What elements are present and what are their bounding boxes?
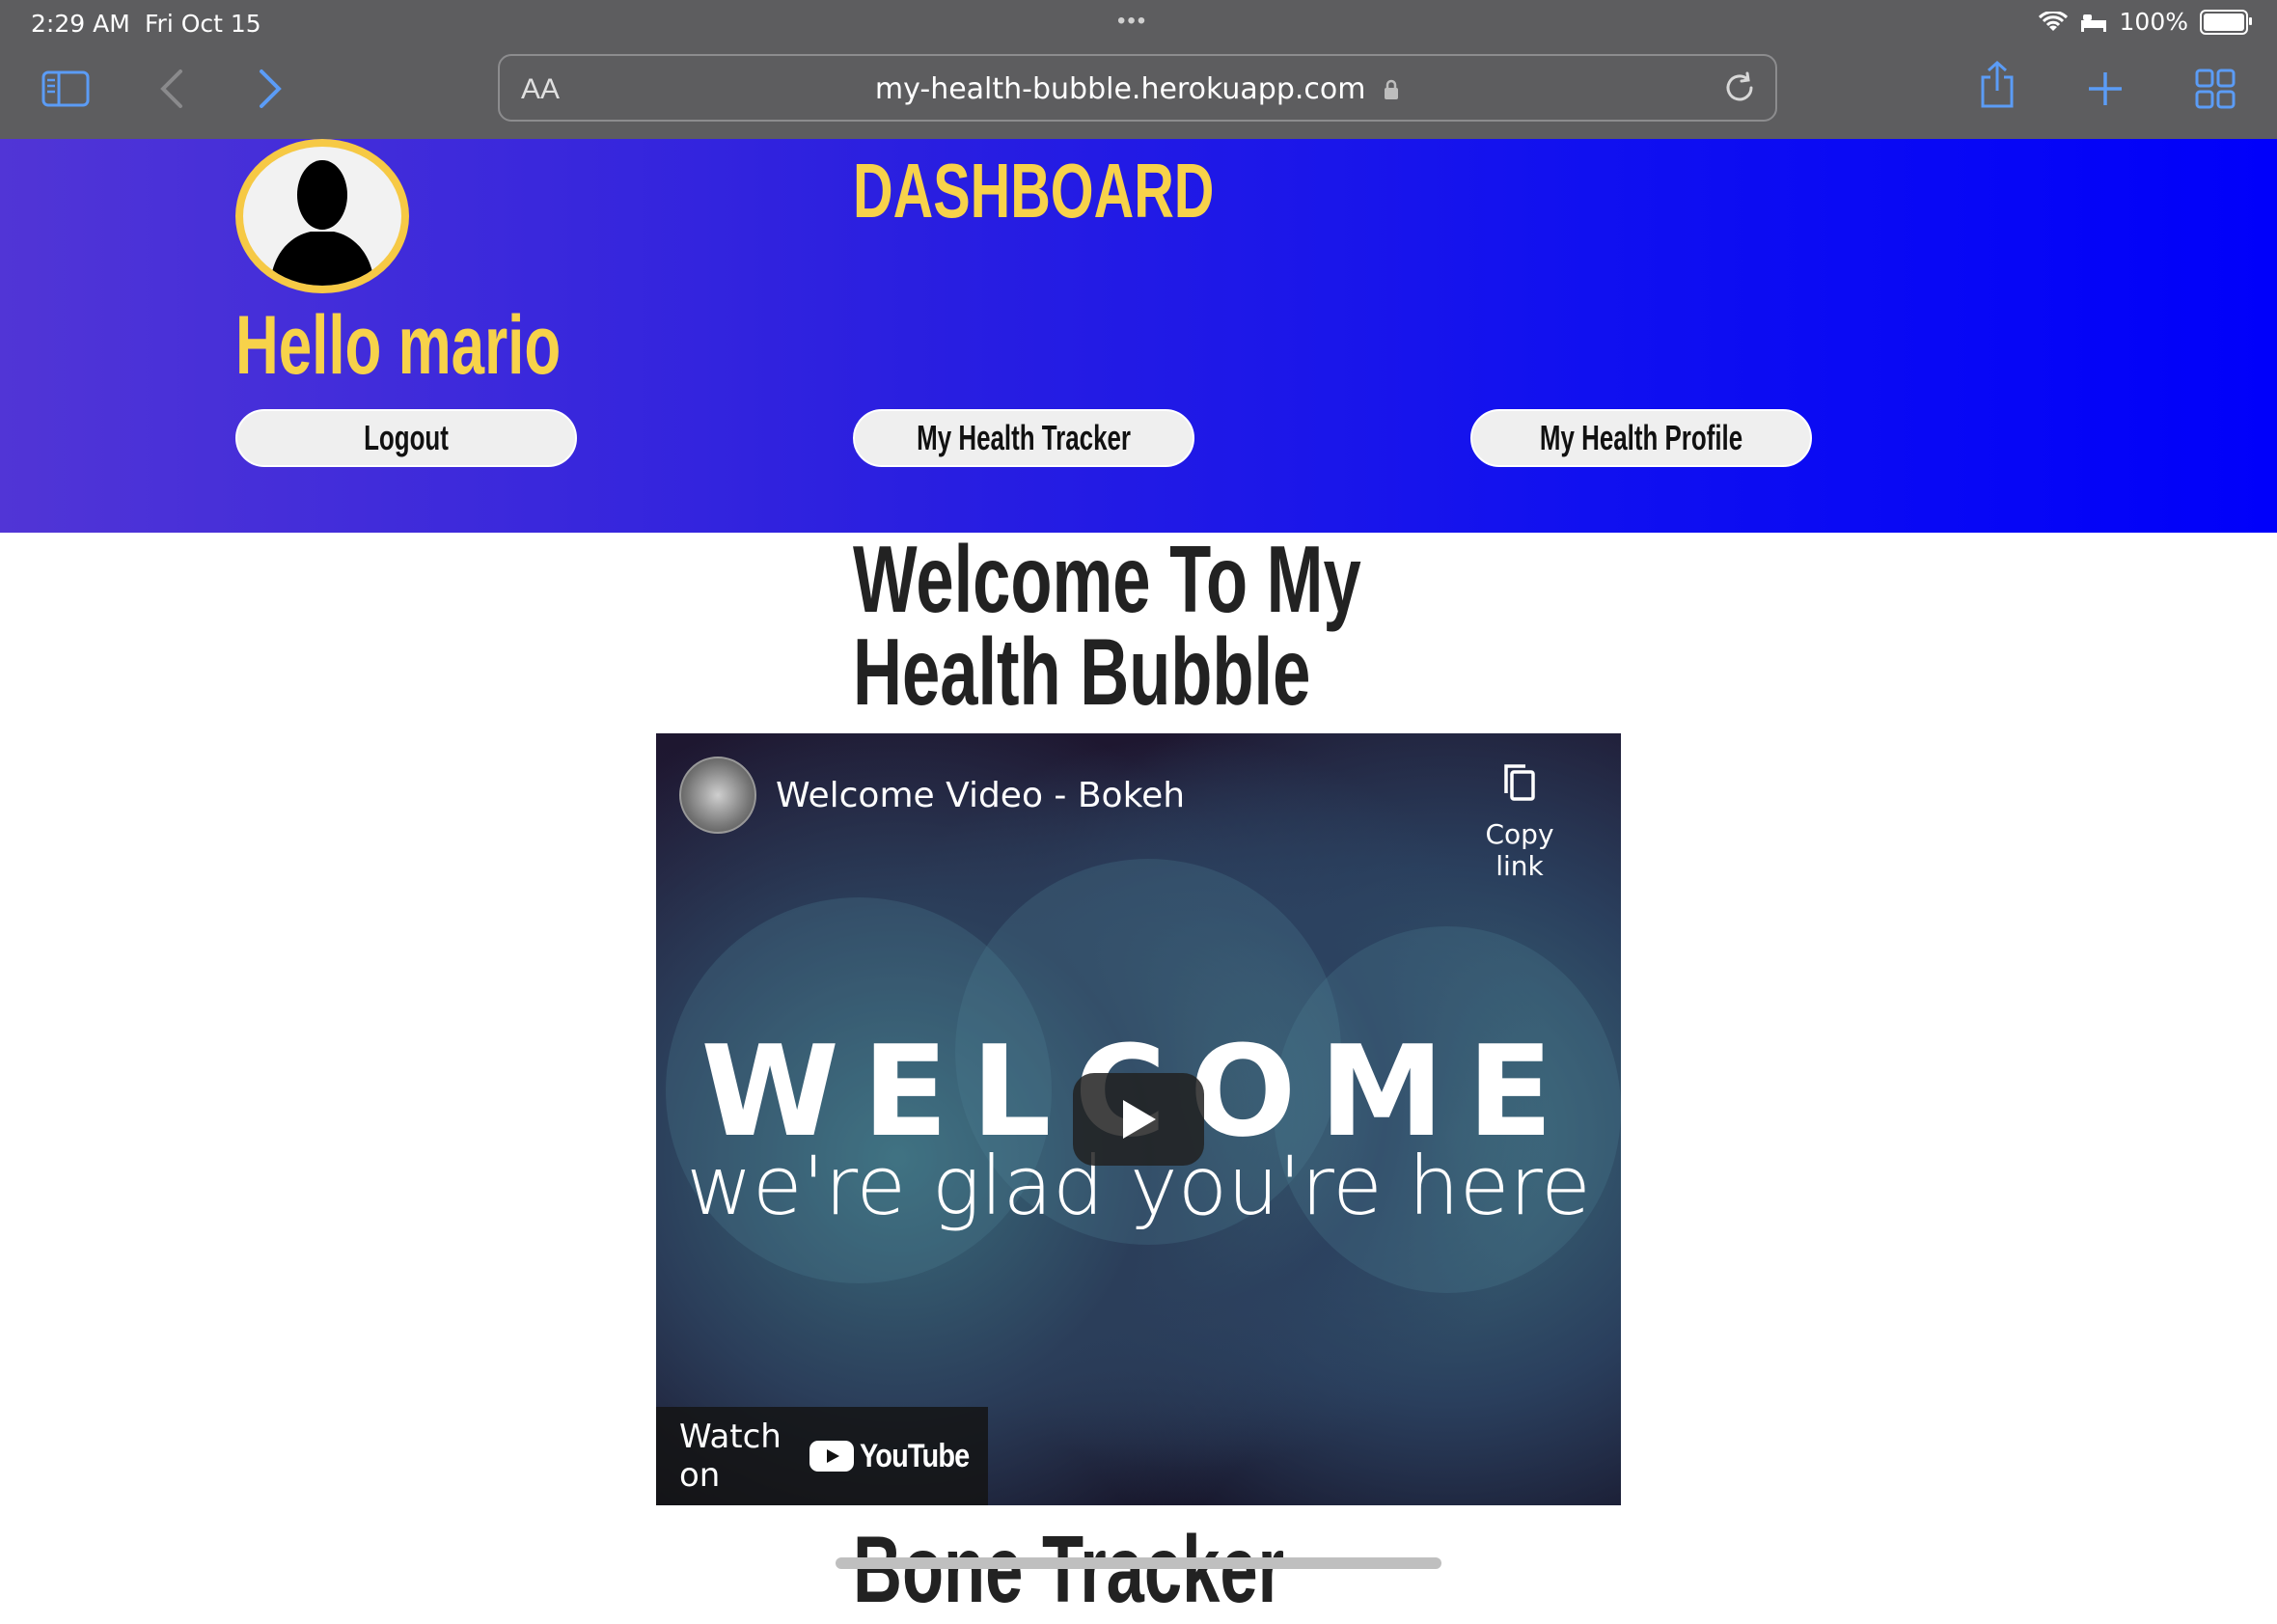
logout-label: Logout — [364, 418, 449, 457]
url-label: my-health-bubble.herokuapp.com — [874, 72, 1366, 106]
new-tab-icon[interactable] — [2078, 62, 2132, 116]
copy-link-label[interactable]: Copy link — [1467, 818, 1573, 882]
wifi-icon — [2038, 11, 2068, 31]
tabs-overview-icon[interactable] — [2188, 62, 2242, 116]
back-icon[interactable] — [145, 62, 199, 116]
sleep-bed-icon — [2080, 14, 2106, 32]
greeting: Hello mario — [235, 299, 562, 392]
watch-on-youtube-button[interactable]: Watch on YouTube — [656, 1407, 988, 1505]
status-date: Fri Oct 15 — [145, 10, 261, 38]
channel-avatar[interactable] — [679, 757, 756, 834]
welcome-heading: Welcome To My Health Bubble — [853, 526, 1361, 725]
reload-icon[interactable] — [1721, 69, 1758, 111]
browser-toolbar: 2:29 AM Fri Oct 15 ••• 100% AA my-health… — [0, 0, 2277, 139]
copy-link-icon[interactable] — [1500, 762, 1539, 810]
multitasking-dots-icon[interactable]: ••• — [1117, 8, 1147, 35]
health-tracker-label: My Health Tracker — [917, 418, 1131, 457]
forward-icon[interactable] — [243, 62, 297, 116]
battery-icon — [2200, 9, 2252, 35]
health-profile-label: My Health Profile — [1539, 418, 1743, 457]
welcome-line-1: Welcome To My — [853, 526, 1361, 632]
video-title[interactable]: Welcome Video - Bokeh — [776, 776, 1185, 815]
sidebar-icon[interactable] — [39, 62, 93, 116]
status-time: 2:29 AM — [31, 10, 130, 38]
share-icon[interactable] — [1970, 58, 2024, 112]
status-right: 100% — [2038, 8, 2252, 36]
lock-icon — [1385, 79, 1399, 99]
battery-percent: 100% — [2119, 8, 2188, 36]
home-indicator[interactable] — [836, 1557, 1441, 1569]
play-button[interactable] — [1073, 1073, 1204, 1166]
dashboard-header: Hello mario DASHBOARD Logout My Health T… — [0, 139, 2277, 533]
avatar — [235, 139, 409, 293]
youtube-play-icon — [809, 1441, 854, 1472]
logout-button[interactable]: Logout — [235, 409, 577, 467]
user-silhouette-icon — [270, 160, 374, 286]
play-icon — [1123, 1100, 1156, 1139]
bone-tracker-heading: Bone Tracker — [853, 1516, 1285, 1622]
youtube-wordmark: YouTube — [859, 1437, 970, 1474]
url-text: my-health-bubble.herokuapp.com — [500, 72, 1775, 106]
youtube-logo: YouTube — [809, 1438, 988, 1475]
health-profile-button[interactable]: My Health Profile — [1470, 409, 1812, 467]
welcome-line-2: Health Bubble — [853, 619, 1311, 725]
health-tracker-button[interactable]: My Health Tracker — [853, 409, 1194, 467]
page-title: DASHBOARD — [853, 148, 1215, 234]
watch-on-label: Watch on — [679, 1418, 782, 1495]
address-bar[interactable]: AA my-health-bubble.herokuapp.com — [498, 54, 1777, 122]
youtube-embed[interactable]: Welcome Video - Bokeh Copy link WELCOME … — [656, 733, 1621, 1505]
